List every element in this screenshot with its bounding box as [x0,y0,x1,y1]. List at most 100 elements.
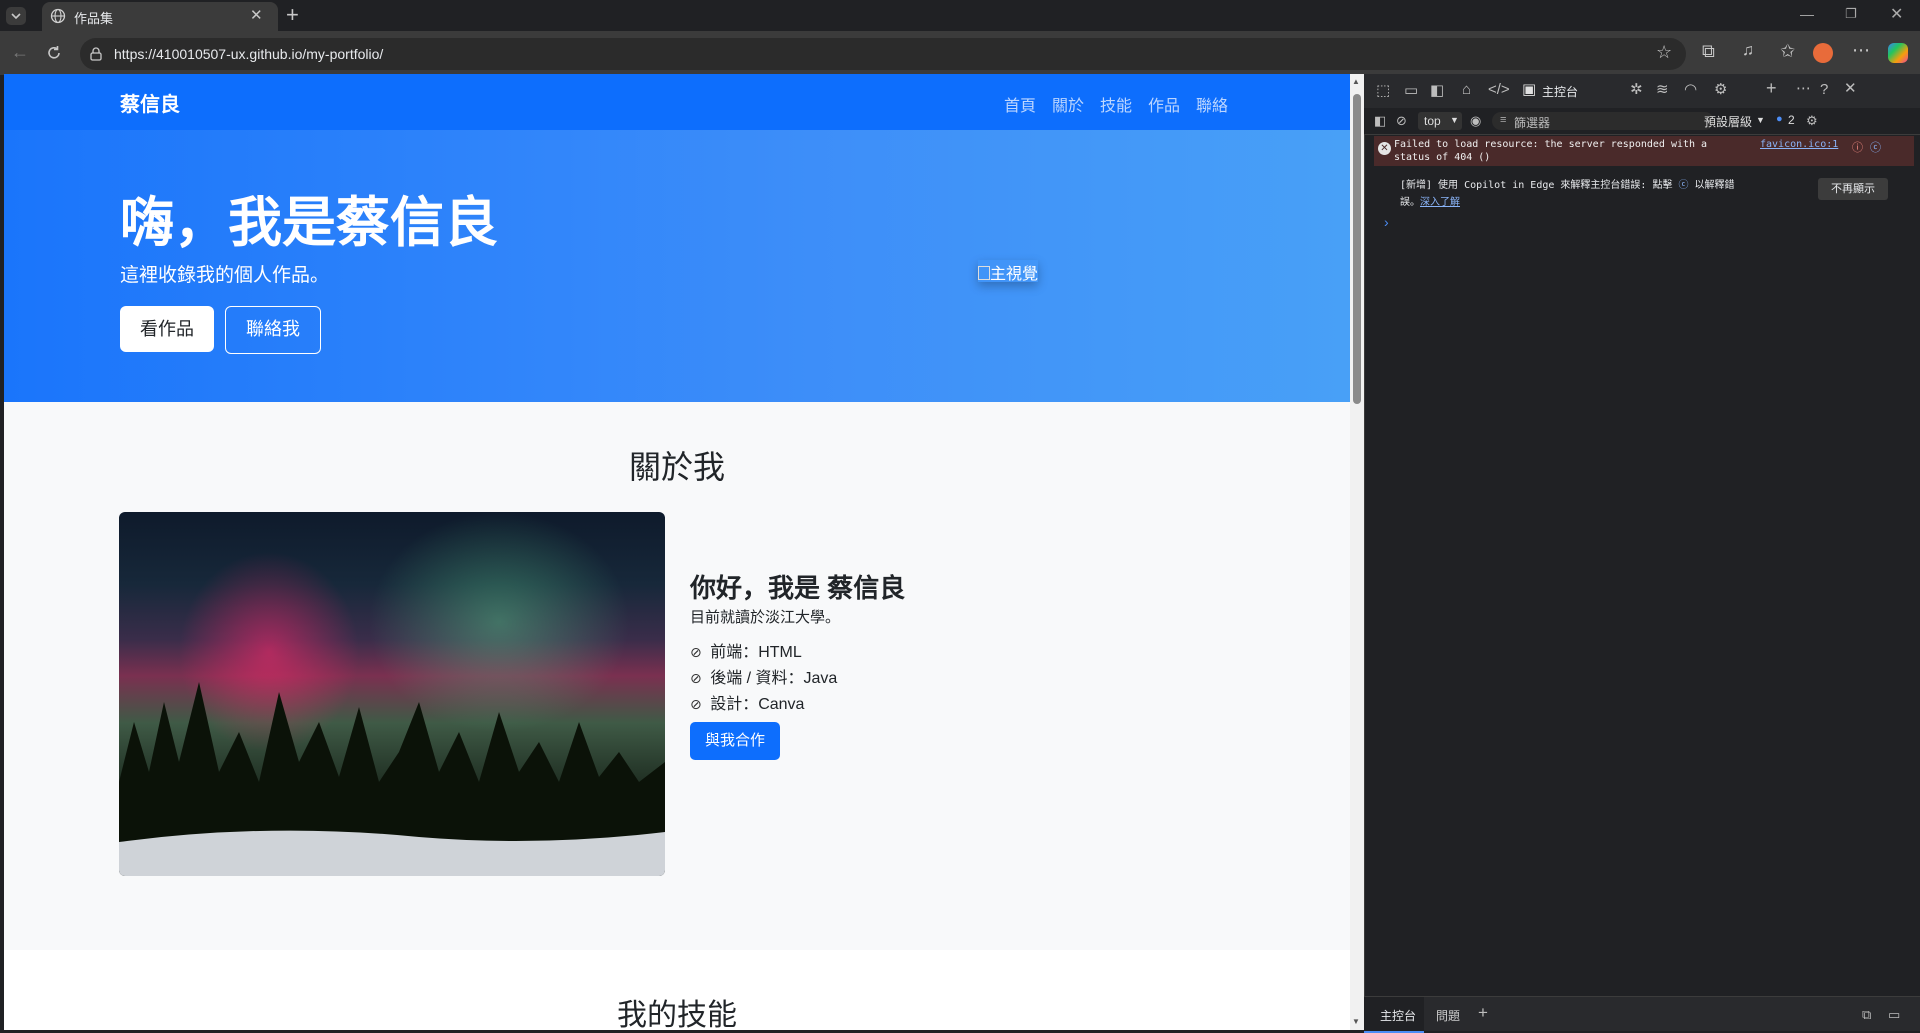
error-info-icon[interactable]: ⓘ [1852,139,1863,155]
console-tab-label: 主控台 [1542,85,1579,99]
about-name: 你好，我是 蔡信良 [690,573,906,603]
settings-gear-icon[interactable]: ⚙ [1714,82,1727,98]
device-emulation-icon[interactable]: ▭ [1404,83,1418,99]
browser-tab[interactable]: 作品集 ✕ [42,2,278,31]
globe-icon [50,8,66,24]
more-menu-icon[interactable]: ⋯ [1852,40,1870,61]
copilot-info-text-b: 以解釋錯 [1694,180,1735,191]
console-prompt-chevron-icon[interactable]: › [1384,214,1389,230]
more-options-icon[interactable]: ⋯ [1796,81,1811,97]
dock-sidebar-icon[interactable]: ◧ [1430,83,1444,99]
error-text-line2: status of 404 () [1394,152,1491,163]
skill-frontend: 前端：HTML [710,644,802,661]
favorite-star-icon[interactable]: ☆ [1656,42,1672,63]
skill-item: ⊘ 後端 / 資料：Java [690,664,837,688]
broken-image-icon [978,266,990,280]
network-wifi-icon[interactable]: ≋ [1656,82,1669,98]
about-desc: 目前就讀於淡江大學。 [690,609,841,626]
dont-show-again-button[interactable]: 不再顯示 [1818,178,1888,200]
close-window-button[interactable]: ✕ [1890,4,1903,24]
dock-drawer-icon[interactable]: ⧉ [1862,1007,1871,1023]
add-drawer-tab-icon[interactable]: + [1478,1004,1488,1021]
console-error-message: ✕ Failed to load resource: the server re… [1374,136,1914,166]
navbar: 蔡信良 首頁 關於 技能 作品 聯絡 [4,74,1350,130]
learn-more-link[interactable]: 深入了解 [1420,197,1460,208]
error-source-link[interactable]: favicon.ico:1 [1760,139,1838,150]
clear-console-icon[interactable]: ⊘ [1396,113,1407,129]
dropdown-arrow-icon: ▼ [1450,115,1459,125]
refresh-icon[interactable] [45,44,63,62]
devtools-toolbar: ⬚ ▭ ◧ ⌂ </> ▣ 主控台 ✲ ≋ ◠ ⚙ + ⋯ ? ✕ [1364,74,1920,110]
inspect-icon[interactable]: ⬚ [1376,83,1390,99]
context-select[interactable]: top ▼ [1418,112,1462,130]
skills-section: 我的技能 [4,950,1350,1030]
profile-avatar[interactable] [1813,43,1833,63]
copilot-info-text: [新增] 使用 Copilot in Edge 來解釋主控台錯誤: 點擊 [1400,180,1673,191]
nav-contact[interactable]: 聯絡 [1196,92,1228,116]
nav-about[interactable]: 關於 [1052,92,1084,116]
console-toolbar: ◧ ⊘ top ▼ ◉ ≡ 篩選器 預設層級 ▼ ● 2 ⚙ [1364,108,1920,135]
address-bar[interactable]: https://410010507-ux.github.io/my-portfo… [80,38,1686,70]
view-works-button[interactable]: 看作品 [120,306,214,352]
check-circle-icon: ⊘ [690,670,702,686]
home-icon[interactable]: ⌂ [1462,82,1471,98]
restore-button[interactable]: ❐ [1845,6,1857,22]
about-photo-aurora [119,512,665,876]
sidebar-toggle-icon[interactable]: ◧ [1374,113,1386,129]
close-devtools-icon[interactable]: ✕ [1844,81,1857,97]
back-arrow-icon[interactable]: ← [10,43,30,61]
hero-section: 嗨，我是蔡信良 這裡收錄我的個人作品。 看作品 聯絡我 主視覺 [4,130,1350,402]
drawer-tab-console-label: 主控台 [1380,1009,1417,1023]
extensions-icon[interactable]: ⧉ [1702,41,1715,62]
copilot-icon[interactable] [1888,43,1908,63]
hero-title: 嗨，我是蔡信良 [120,193,498,253]
new-tab-button[interactable]: + [286,2,299,28]
issues-icon[interactable]: ● [1776,113,1783,125]
page-viewport: 蔡信良 首頁 關於 技能 作品 聯絡 嗨，我是蔡信良 這裡收錄我的個人作品。 看… [4,74,1350,1030]
drawer-tab-console[interactable]: 主控台 [1364,997,1424,1033]
minimize-button[interactable]: — [1800,6,1814,22]
site-info-icon[interactable] [88,46,104,62]
forest-silhouette [119,682,665,876]
scroll-up-icon[interactable]: ▲ [1352,77,1360,86]
elements-icon[interactable]: </> [1488,82,1510,98]
filter-icon: ≡ [1500,114,1507,126]
chevron-down-icon [11,13,21,20]
brand[interactable]: 蔡信良 [120,88,180,117]
collaborate-button[interactable]: 與我合作 [690,722,780,760]
check-circle-icon: ⊘ [690,696,702,712]
copilot-info-line1: [新增] 使用 Copilot in Edge 來解釋主控台錯誤: 點擊 ⓒ 以… [1400,176,1735,191]
tab-console[interactable]: ▣ 主控台 [1522,74,1618,110]
skill-item: ⊘ 前端：HTML [690,638,802,662]
copilot-explain-icon[interactable]: ⓒ [1870,139,1881,155]
tab-actions-button[interactable] [6,7,26,25]
skill-backend: 後端 / 資料：Java [710,670,838,687]
copilot-inline-icon: ⓒ [1678,180,1689,191]
levels-arrow-icon: ▼ [1756,115,1765,125]
nav-home[interactable]: 首頁 [1004,92,1036,116]
live-expression-eye-icon[interactable]: ◉ [1470,113,1481,129]
drawer-tab-issues[interactable]: 問題 [1436,1007,1460,1024]
tab-title: 作品集 [74,11,114,26]
performance-icon[interactable]: ♫ [1742,42,1754,60]
hero-image-broken: 主視覺 [978,260,1039,283]
debugger-bug-icon[interactable]: ✲ [1630,82,1643,98]
filter-input[interactable]: ≡ 篩選器 [1492,112,1714,130]
nav-skills[interactable]: 技能 [1100,92,1132,116]
help-icon[interactable]: ? [1820,82,1828,98]
hero-image-alt: 主視覺 [990,266,1039,283]
console-icon: ▣ [1522,81,1537,98]
log-levels-select[interactable]: 預設層級 [1704,113,1752,130]
console-settings-gear-icon[interactable]: ⚙ [1806,113,1818,129]
nav-works[interactable]: 作品 [1148,92,1180,116]
filter-placeholder: 篩選器 [1514,116,1551,130]
contact-me-button[interactable]: 聯絡我 [225,306,321,354]
scrollbar-thumb[interactable] [1353,94,1361,404]
scroll-down-icon[interactable]: ▼ [1352,1017,1360,1026]
favorites-icon[interactable]: ✩ [1780,41,1795,62]
skill-item: ⊘ 設計：Canva [690,690,804,714]
close-tab-icon[interactable]: ✕ [250,6,263,24]
performance-icon[interactable]: ◠ [1684,82,1697,98]
close-drawer-icon[interactable]: ▭ [1888,1007,1900,1023]
add-tool-icon[interactable]: + [1766,79,1777,97]
